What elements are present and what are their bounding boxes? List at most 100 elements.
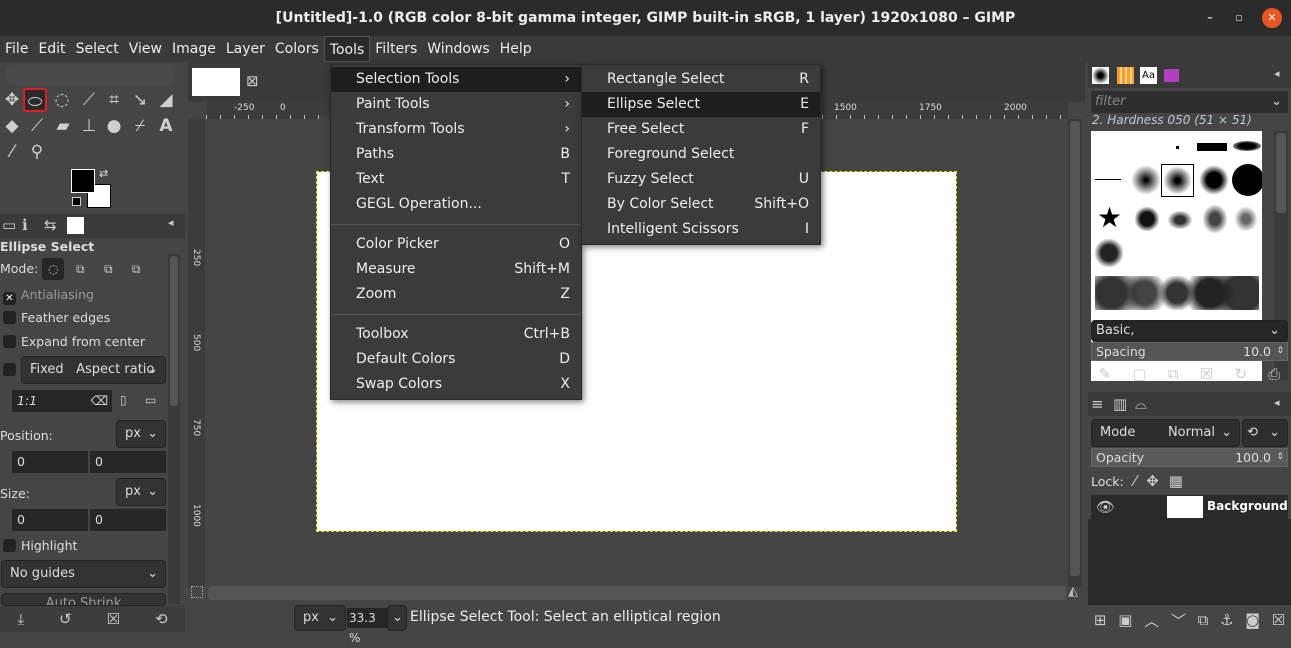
options-scrollbar[interactable]: [168, 254, 180, 604]
ellipse-select-tool-icon[interactable]: ⬭: [23, 88, 47, 112]
device-status-tab-icon[interactable]: ℹ: [22, 216, 28, 234]
menu-view[interactable]: View: [124, 36, 167, 62]
text-tool-icon[interactable]: A: [154, 114, 178, 138]
menu-item-zoom[interactable]: Zoom Z: [331, 282, 581, 307]
raise-layer-icon[interactable]: ︿: [1144, 610, 1159, 631]
lock-position-icon[interactable]: ✥: [1146, 471, 1159, 491]
mode-replace-icon[interactable]: ◌: [42, 258, 65, 280]
portrait-icon[interactable]: ▯: [120, 393, 127, 407]
menu-item-intelligent-scissors[interactable]: Intelligent Scissors I: [582, 217, 820, 242]
selected-brush[interactable]: [1161, 164, 1194, 197]
crop-tool-icon[interactable]: ⌗: [102, 88, 126, 112]
menu-item-free-select[interactable]: Free Select F: [582, 117, 820, 142]
warp-tool-icon[interactable]: ◢: [154, 88, 178, 112]
menu-item-ellipse-select[interactable]: Ellipse Select E: [582, 92, 820, 117]
new-layer-icon[interactable]: ⊞: [1094, 611, 1107, 629]
anchor-layer-icon[interactable]: ⚓: [1220, 611, 1233, 629]
layer-name[interactable]: Background: [1207, 499, 1288, 513]
menu-file[interactable]: File: [0, 36, 33, 62]
highlight-checkbox[interactable]: Highlight: [3, 538, 77, 553]
visibility-eye-icon[interactable]: 👁: [1096, 498, 1115, 516]
menu-item-by-color-select[interactable]: By Color Select Shift+O: [582, 192, 820, 217]
composite-mode-dropdown[interactable]: ⟲ ⌄: [1242, 419, 1288, 447]
zoom-input[interactable]: 33.3 %: [347, 608, 387, 645]
position-y-input[interactable]: 0: [90, 451, 166, 473]
brushes-tab-icon[interactable]: [1092, 67, 1109, 84]
menu-item-fuzzy-select[interactable]: Fuzzy Select U: [582, 167, 820, 192]
navigate-icon[interactable]: ◭: [1068, 584, 1078, 599]
brush-filter-input[interactable]: filter ⌄: [1091, 91, 1288, 113]
free-select-tool-icon[interactable]: ◌: [50, 88, 74, 112]
close-button[interactable]: ✕: [1262, 8, 1282, 28]
paths-tool-icon[interactable]: ⌿: [128, 114, 152, 138]
mode-add-icon[interactable]: ⧉: [68, 258, 92, 280]
lower-layer-icon[interactable]: ﹀: [1171, 610, 1186, 631]
menu-item-foreground-select[interactable]: Foreground Select: [582, 142, 820, 167]
menu-image[interactable]: Image: [167, 36, 221, 62]
ratio-input[interactable]: 1:1 ⌫: [12, 390, 112, 412]
paintbrush-tool-icon[interactable]: ⟋: [25, 114, 49, 138]
images-tab-icon[interactable]: [67, 217, 84, 234]
mask-layer-icon[interactable]: ◙: [1245, 611, 1260, 629]
delete-brush-icon[interactable]: ☒: [1200, 365, 1213, 387]
expand-from-center-checkbox[interactable]: Expand from center: [3, 334, 145, 349]
mode-intersect-icon[interactable]: ⧉: [124, 258, 148, 280]
vertical-ruler[interactable]: 250 500 750 1000: [188, 119, 205, 587]
menu-item-swap-colors[interactable]: Swap Colors X: [331, 372, 581, 397]
channels-tab-icon[interactable]: ▥: [1113, 395, 1127, 413]
maximize-button[interactable]: ▫: [1229, 8, 1249, 28]
bucket-fill-tool-icon[interactable]: ◆: [0, 114, 24, 138]
default-colors-icon[interactable]: [72, 197, 81, 206]
menu-item-paths[interactable]: Paths B: [331, 142, 581, 167]
clone-tool-icon[interactable]: ⊥: [77, 114, 101, 138]
new-brush-icon[interactable]: ▢: [1132, 365, 1146, 387]
move-tool-icon[interactable]: ✥: [0, 88, 24, 112]
menu-item-rectangle-select[interactable]: Rectangle Select R: [582, 67, 820, 92]
menu-tools[interactable]: Tools: [323, 36, 371, 62]
auto-shrink-button[interactable]: Auto Shrink: [1, 593, 166, 606]
lock-pixels-icon[interactable]: ⁄: [1134, 471, 1137, 491]
image-tab-thumbnail[interactable]: [192, 68, 240, 96]
size-width-input[interactable]: 0: [12, 509, 88, 531]
landscape-icon[interactable]: ▭: [145, 393, 156, 407]
delete-layer-icon[interactable]: ☒: [1272, 611, 1285, 629]
menu-filters[interactable]: Filters: [370, 36, 422, 62]
duplicate-brush-icon[interactable]: ⧉: [1168, 365, 1179, 387]
restore-options-icon[interactable]: ↺: [59, 610, 72, 628]
menu-windows[interactable]: Windows: [422, 36, 495, 62]
swap-colors-icon[interactable]: ⇄: [99, 167, 108, 180]
patterns-tab-icon[interactable]: [1117, 67, 1134, 84]
smudge-tool-icon[interactable]: ●: [102, 114, 126, 138]
edit-brush-icon[interactable]: ✎: [1099, 365, 1112, 387]
spacing-slider[interactable]: Spacing 10.0 ⇕: [1091, 342, 1288, 361]
transform-tool-icon[interactable]: ↘: [128, 88, 152, 112]
color-picker-tool-icon[interactable]: ⁄: [0, 140, 24, 164]
save-options-icon[interactable]: ⤓: [17, 610, 24, 628]
reset-options-icon[interactable]: ⟲: [155, 610, 168, 628]
feather-edges-checkbox[interactable]: Feather edges: [3, 310, 110, 325]
tab-menu-icon[interactable]: ◂: [168, 216, 174, 229]
refresh-brushes-icon[interactable]: ↻: [1234, 365, 1247, 387]
eraser-tool-icon[interactable]: ▰: [51, 114, 75, 138]
undo-history-tab-icon[interactable]: ⇆: [44, 216, 57, 234]
open-brush-as-image-icon[interactable]: ⎙: [1268, 365, 1280, 387]
menu-item-transform-tools[interactable]: Transform Tools ›: [331, 117, 581, 142]
minimize-button[interactable]: –: [1200, 8, 1220, 28]
size-unit-dropdown[interactable]: px ⌄: [116, 478, 166, 506]
vertical-scrollbar[interactable]: [1068, 119, 1082, 587]
tab-menu-icon[interactable]: ◂: [1274, 396, 1280, 409]
position-unit-dropdown[interactable]: px ⌄: [116, 420, 166, 448]
layers-tab-icon[interactable]: ≡: [1091, 395, 1104, 413]
images-tab-icon[interactable]: [1164, 69, 1179, 82]
menu-item-gegl-operation[interactable]: GEGL Operation...: [331, 192, 581, 217]
layer-row-background[interactable]: 👁 Background: [1091, 495, 1288, 519]
zoom-dropdown[interactable]: ⌄: [387, 605, 407, 631]
menu-item-color-picker[interactable]: Color Picker O: [331, 232, 581, 257]
guides-dropdown[interactable]: No guides ⌄: [1, 560, 166, 588]
menu-item-selection-tools[interactable]: Selection Tools ›: [331, 67, 581, 92]
tool-options-tab-icon[interactable]: ▭: [2, 216, 16, 234]
lock-alpha-icon[interactable]: ▦: [1169, 471, 1183, 491]
size-height-input[interactable]: 0: [90, 509, 166, 531]
menu-item-paint-tools[interactable]: Paint Tools ›: [331, 92, 581, 117]
menu-select[interactable]: Select: [71, 36, 124, 62]
